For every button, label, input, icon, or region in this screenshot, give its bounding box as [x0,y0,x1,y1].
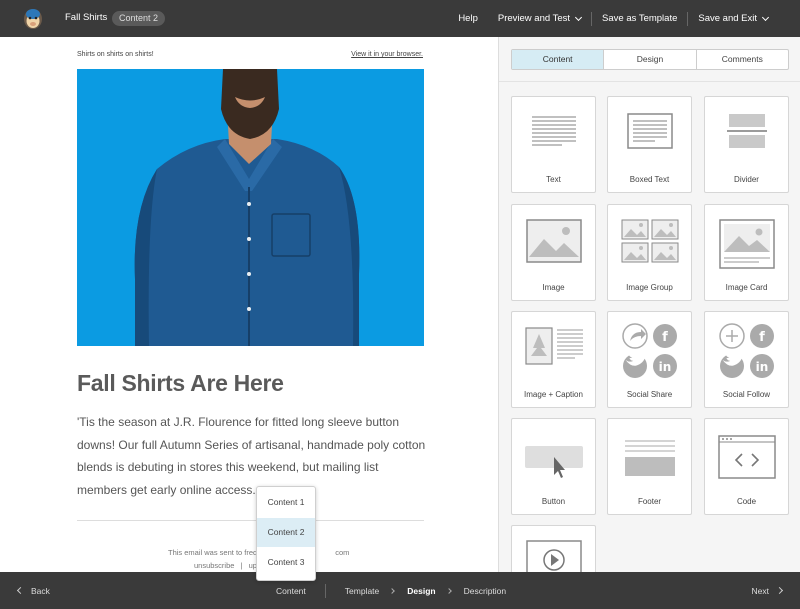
text-block-icon [512,111,595,165]
next-label: Next [751,585,769,596]
content-version-dropdown: Content 1 Content 2 Content 3 [256,486,316,581]
tab-comments[interactable]: Comments [697,50,788,69]
save-and-exit-menu[interactable]: Save and Exit [688,13,778,24]
block-label: Social Share [626,390,673,399]
image-caption-icon [512,326,595,380]
button-block-icon [512,445,595,499]
help-label: Help [458,13,478,24]
hero-image[interactable] [77,69,424,346]
block-label: Divider [734,175,759,184]
footer-sent-to-tail: com [335,548,350,557]
campaign-status-pill: Content 2 [112,11,166,26]
chevron-right-icon [445,587,452,594]
next-button[interactable]: Next [751,572,784,609]
chevron-left-icon [16,586,25,595]
block-label: Social Follow [722,390,771,399]
svg-text:in: in [755,360,768,374]
divider [499,81,800,82]
block-label: Boxed Text [629,175,670,184]
divider [324,583,326,598]
preview-and-test-menu[interactable]: Preview and Test [488,13,591,24]
blocks-panel: Content Design Comments Text Boxed Text … [498,37,800,609]
block-label: Image + Caption [524,390,583,399]
image-icon [512,219,595,273]
block-label: Image Card [725,283,768,292]
top-actions: Help Preview and Test Save as Template S… [448,0,778,37]
image-group-icon [608,219,691,273]
unsubscribe-link[interactable]: unsubscribe [194,561,234,570]
block-label: Image [542,283,565,292]
svg-text:f: f [759,330,765,345]
block-button[interactable]: Button [511,418,596,515]
step-description[interactable]: Description [464,586,507,596]
social-follow-icon: f in [705,322,788,378]
save-and-exit-label: Save and Exit [698,13,757,24]
back-button[interactable]: Back [16,572,50,609]
block-label: Button [541,497,566,506]
block-label: Code [736,497,757,506]
dropdown-option-selected[interactable]: Content 2 [257,518,315,547]
tab-design[interactable]: Design [604,50,697,69]
block-image[interactable]: Image [511,204,596,301]
back-label: Back [31,585,50,596]
block-image-caption[interactable]: Image + Caption [511,311,596,408]
dropdown-option[interactable]: Content 3 [257,548,315,577]
email-footer-links: unsubscribe | upd [194,561,261,570]
view-in-browser-link[interactable]: View it in your browser. [351,51,423,58]
panel-tabs: Content Design Comments [511,49,789,70]
block-image-card[interactable]: Image Card [704,204,789,301]
block-social-share[interactable]: f in Social Share [607,311,692,408]
block-label: Text [546,175,561,184]
svg-text:in: in [658,360,671,374]
block-social-follow[interactable]: f in Social Follow [704,311,789,408]
tab-content[interactable]: Content [512,50,605,69]
footer-sent-to: This email was sent to fred [168,548,258,557]
divider-icon [705,111,788,165]
footer-separator: | [240,561,243,570]
footer-icon [608,439,691,493]
block-boxed-text[interactable]: Boxed Text [607,96,692,193]
block-label: Image Group [626,283,673,292]
block-footer[interactable]: Footer [607,418,692,515]
block-image-group[interactable]: Image Group [607,204,692,301]
boxed-text-icon [608,111,691,165]
email-preview: Shirts on shirts on shirts! View it in y… [0,37,498,572]
preheader-text: Shirts on shirts on shirts! [77,51,154,58]
step-content[interactable]: Content [276,586,306,596]
svg-text:f: f [662,330,668,345]
block-code[interactable]: Code [704,418,789,515]
help-link[interactable]: Help [448,13,488,24]
campaign-title: Fall Shirts [65,12,108,23]
mailchimp-logo-icon[interactable] [22,6,44,30]
email-body-text[interactable]: 'Tis the season at J.R. Flourence for fi… [77,411,427,501]
block-divider[interactable]: Divider [704,96,789,193]
top-bar: Fall Shirts Content 2 Help Preview and T… [0,0,800,37]
block-text[interactable]: Text [511,96,596,193]
divider [77,520,424,521]
image-card-icon [705,219,788,273]
step-design[interactable]: Design [407,586,435,596]
bottom-nav-bar: Back Content Template Design Description… [0,572,800,609]
chevron-down-icon [761,13,770,21]
social-share-icon: f in [608,322,691,378]
code-icon [705,435,788,489]
chevron-right-icon [389,587,396,594]
block-label: Footer [637,497,662,506]
save-as-template-label: Save as Template [602,13,678,24]
chevron-right-icon [775,586,784,595]
save-as-template-button[interactable]: Save as Template [592,13,687,24]
preview-and-test-label: Preview and Test [497,13,571,24]
email-headline[interactable]: Fall Shirts Are Here [77,370,284,397]
dropdown-option[interactable]: Content 1 [257,488,315,517]
chevron-down-icon [574,13,583,21]
step-template[interactable]: Template [345,586,380,596]
